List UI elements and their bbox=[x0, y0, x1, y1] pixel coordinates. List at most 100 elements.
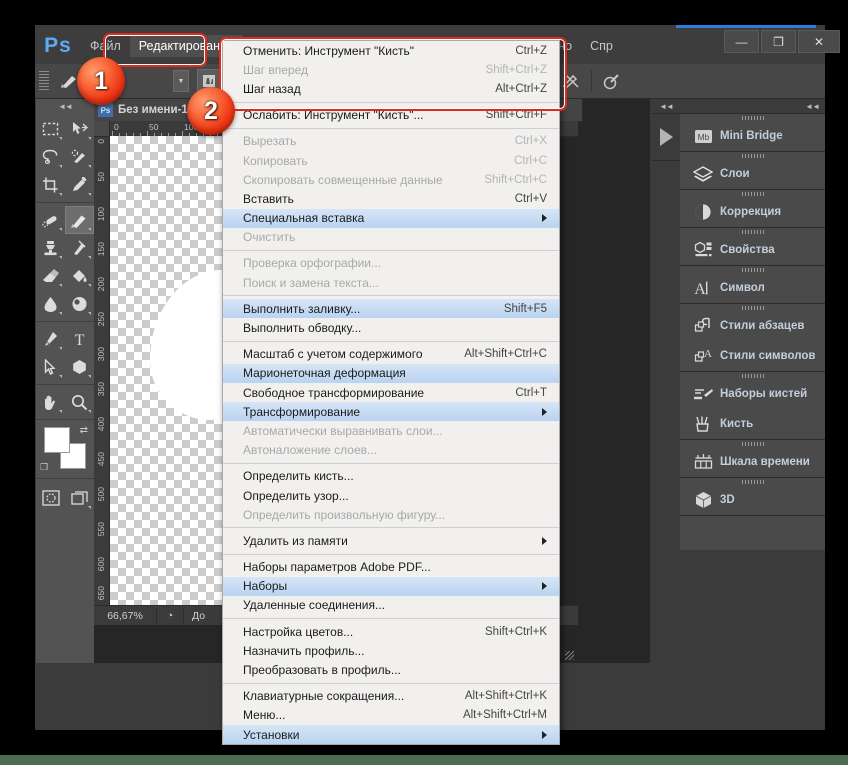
tool-dodge[interactable] bbox=[65, 290, 94, 318]
tool-history-brush[interactable] bbox=[65, 234, 94, 262]
options-bar-grip[interactable] bbox=[39, 71, 49, 91]
menu-item-label: Трансформирование bbox=[243, 405, 532, 419]
menu-help[interactable]: Спр bbox=[581, 35, 622, 57]
menu-item-label: Настройка цветов... bbox=[243, 625, 485, 639]
tool-crop[interactable] bbox=[36, 171, 65, 199]
dock-collapse-icon[interactable]: ◄◄ bbox=[680, 99, 825, 113]
menu-item[interactable]: Определить узор... bbox=[223, 486, 559, 505]
tool-rectangular-marquee[interactable] bbox=[36, 115, 65, 143]
menu-item[interactable]: Масштаб с учетом содержимогоAlt+Shift+Ct… bbox=[223, 345, 559, 364]
annotation-badge-1: 1 bbox=[77, 57, 125, 105]
dock-grip[interactable] bbox=[680, 372, 825, 379]
tools-collapse-icon[interactable]: ◄◄ bbox=[36, 99, 94, 113]
default-colors-icon[interactable]: ❐ bbox=[40, 462, 48, 473]
tool-clone-stamp[interactable] bbox=[36, 234, 65, 262]
dock-grip[interactable] bbox=[680, 266, 825, 273]
swap-colors-icon[interactable]: ⇄ bbox=[80, 425, 88, 436]
dock-item-brush-presets[interactable]: Наборы кистей bbox=[680, 379, 825, 409]
dock-group-layers: Слои bbox=[680, 151, 825, 190]
tool-spot-healing[interactable] bbox=[36, 206, 65, 234]
dock-item-brush[interactable]: Кисть bbox=[680, 409, 825, 439]
resize-grip[interactable] bbox=[565, 651, 574, 660]
dock-item-layers[interactable]: Слои bbox=[680, 159, 825, 189]
dock-item-character[interactable]: A Символ bbox=[680, 273, 825, 303]
airbrush-icon[interactable] bbox=[558, 69, 584, 93]
edit-dropdown-menu: Отменить: Инструмент "Кисть"Ctrl+ZШаг вп… bbox=[222, 40, 560, 745]
foreground-color-swatch[interactable] bbox=[44, 427, 70, 453]
tool-move[interactable] bbox=[65, 115, 94, 143]
dock-group-adjustments: Коррекция bbox=[680, 189, 825, 228]
menu-item[interactable]: Шаг назадAlt+Ctrl+Z bbox=[223, 79, 559, 98]
menu-item-label: Автоналожение слоев... bbox=[243, 443, 547, 457]
dock-item-3d[interactable]: 3D bbox=[680, 485, 825, 515]
menu-item[interactable]: Марионеточная деформация bbox=[223, 364, 559, 383]
menu-item[interactable]: Свободное трансформированиеCtrl+T bbox=[223, 383, 559, 402]
menu-item[interactable]: Меню...Alt+Shift+Ctrl+M bbox=[223, 706, 559, 725]
menu-item[interactable]: Преобразовать в профиль... bbox=[223, 660, 559, 679]
tool-eyedropper[interactable] bbox=[65, 171, 94, 199]
menu-item[interactable]: Установки bbox=[223, 725, 559, 744]
tool-horizontal-type[interactable]: T bbox=[65, 325, 94, 353]
clock-icon[interactable]: ◔ bbox=[157, 610, 183, 622]
tool-path-selection[interactable] bbox=[36, 353, 65, 381]
dock-grip[interactable] bbox=[680, 190, 825, 197]
menu-item[interactable]: Специальная вставка bbox=[223, 209, 559, 228]
tool-lasso[interactable] bbox=[36, 143, 65, 171]
menu-item-shortcut: Ctrl+X bbox=[515, 135, 547, 147]
submenu-arrow-icon bbox=[542, 731, 547, 739]
menu-item[interactable]: ВставитьCtrl+V bbox=[223, 189, 559, 208]
menu-item[interactable]: Выполнить заливку...Shift+F5 bbox=[223, 299, 559, 318]
tool-brush[interactable] bbox=[65, 206, 94, 234]
dock-item-paragraph-styles[interactable]: Стили абзацев bbox=[680, 311, 825, 341]
menu-item[interactable]: Наборы bbox=[223, 577, 559, 596]
dock-grip[interactable] bbox=[680, 114, 825, 121]
brush-preset-dropdown[interactable]: ▼ bbox=[173, 70, 189, 92]
tool-quick-selection[interactable] bbox=[65, 143, 94, 171]
dock-grip[interactable] bbox=[680, 478, 825, 485]
tablet-pressure-icon[interactable] bbox=[599, 69, 625, 93]
tool-polygon-shape[interactable] bbox=[65, 353, 94, 381]
maximize-button[interactable]: ❐ bbox=[761, 30, 796, 53]
menu-item[interactable]: Удалить из памяти bbox=[223, 531, 559, 550]
tool-hand[interactable] bbox=[36, 388, 65, 416]
menu-item[interactable]: Трансформирование bbox=[223, 402, 559, 421]
zoom-level[interactable]: 66,67% bbox=[94, 610, 156, 622]
tool-paint-bucket[interactable] bbox=[65, 262, 94, 290]
dock-item-timeline[interactable]: Шкала времени bbox=[680, 447, 825, 477]
menu-item[interactable]: Клавиатурные сокращения...Alt+Shift+Ctrl… bbox=[223, 687, 559, 706]
dock-item-character-styles[interactable]: A Стили символов bbox=[680, 341, 825, 371]
menu-item[interactable]: Удаленные соединения... bbox=[223, 596, 559, 615]
ruler-h-tick-0: 0 bbox=[114, 122, 119, 132]
menu-separator bbox=[223, 683, 559, 684]
tool-blur[interactable] bbox=[36, 290, 65, 318]
menu-item[interactable]: Наборы параметров Adobe PDF... bbox=[223, 558, 559, 577]
menu-item[interactable]: Выполнить обводку... bbox=[223, 318, 559, 337]
close-button[interactable]: ✕ bbox=[798, 30, 840, 53]
dock-grip[interactable] bbox=[680, 440, 825, 447]
menu-item[interactable]: Назначить профиль... bbox=[223, 641, 559, 660]
tool-eraser[interactable] bbox=[36, 262, 65, 290]
strip-collapse-icon[interactable]: ◄◄ bbox=[652, 99, 680, 113]
menu-item[interactable]: Отменить: Инструмент "Кисть"Ctrl+Z bbox=[223, 41, 559, 60]
minimize-button[interactable]: — bbox=[724, 30, 759, 53]
dock-grip[interactable] bbox=[680, 304, 825, 311]
dock-item-properties[interactable]: Свойства bbox=[680, 235, 825, 265]
menu-item-shortcut: Shift+Ctrl+C bbox=[484, 174, 547, 186]
quick-mask-toggle[interactable] bbox=[36, 484, 65, 512]
tool-pen[interactable] bbox=[36, 325, 65, 353]
menu-file[interactable]: Файл bbox=[81, 35, 130, 57]
menu-item[interactable]: Определить кисть... bbox=[223, 467, 559, 486]
play-button[interactable] bbox=[652, 113, 680, 161]
menu-item[interactable]: Настройка цветов...Shift+Ctrl+K bbox=[223, 622, 559, 641]
dock-grip[interactable] bbox=[680, 152, 825, 159]
tool-zoom[interactable] bbox=[65, 388, 94, 416]
dock-item-mini-bridge[interactable]: Mb Mini Bridge bbox=[680, 121, 825, 151]
menu-separator bbox=[223, 554, 559, 555]
screen-mode-toggle[interactable] bbox=[65, 484, 94, 512]
dock-label: Mini Bridge bbox=[720, 130, 783, 142]
vertical-ruler[interactable]: 0 50 100 150 200 250 300 350 400 450 500… bbox=[94, 136, 110, 605]
menu-item[interactable]: Ослабить: Инструмент "Кисть"...Shift+Ctr… bbox=[223, 106, 559, 125]
menu-separator bbox=[223, 128, 559, 129]
dock-grip[interactable] bbox=[680, 228, 825, 235]
dock-item-adjustments[interactable]: Коррекция bbox=[680, 197, 825, 227]
